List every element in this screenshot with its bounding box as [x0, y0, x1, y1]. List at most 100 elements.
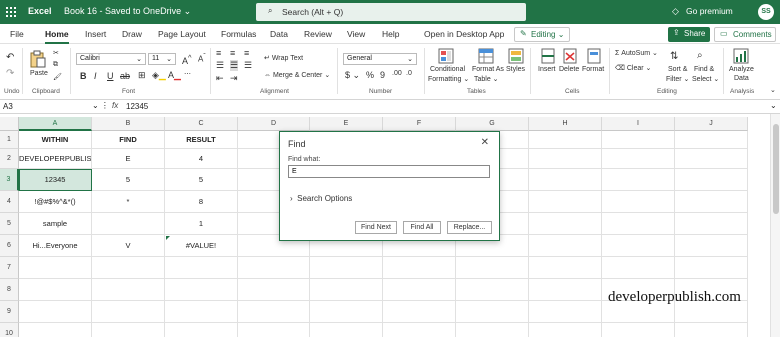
find-what-input[interactable]: [288, 165, 490, 178]
row-header-7[interactable]: 7: [0, 257, 19, 279]
app-name[interactable]: Excel: [28, 6, 52, 16]
tab-file[interactable]: File: [10, 29, 24, 39]
cell-e10[interactable]: [310, 323, 383, 337]
percent-icon[interactable]: %: [366, 70, 374, 80]
comma-icon[interactable]: 9: [380, 70, 385, 80]
align-center-icon[interactable]: ☰: [230, 60, 239, 71]
delete-cells-button[interactable]: Delete: [559, 66, 579, 73]
sort-filter-label2[interactable]: Filter ⌄: [666, 75, 689, 83]
cell-b6[interactable]: V: [92, 235, 165, 257]
tab-view[interactable]: View: [347, 29, 365, 39]
decrease-indent-icon[interactable]: ⇤: [216, 73, 224, 84]
italic-button[interactable]: I: [94, 71, 97, 81]
more-font-icon[interactable]: ⋯: [184, 70, 191, 78]
cell-j6[interactable]: [675, 235, 748, 257]
cell-a5[interactable]: sample: [19, 213, 92, 235]
cell-j2[interactable]: [675, 149, 748, 169]
fill-color-icon[interactable]: ◈▁: [152, 70, 166, 81]
column-header-i[interactable]: I: [602, 117, 675, 131]
tab-data[interactable]: Data: [270, 29, 288, 39]
cell-c9[interactable]: [165, 301, 238, 323]
analyze-data-icon[interactable]: [733, 48, 749, 64]
insert-cells-button[interactable]: Insert: [538, 66, 556, 73]
tab-help[interactable]: Help: [382, 29, 399, 39]
tab-review[interactable]: Review: [304, 29, 332, 39]
cell-d8[interactable]: [238, 279, 310, 301]
cell-a8[interactable]: [19, 279, 92, 301]
format-as-table-button[interactable]: Format As: [472, 66, 504, 73]
cell-a1[interactable]: WITHIN: [19, 131, 92, 149]
fx-icon[interactable]: fx: [112, 101, 118, 110]
cell-c6[interactable]: #VALUE!: [165, 235, 238, 257]
comments-button[interactable]: ▭ Comments: [714, 27, 776, 42]
paste-icon[interactable]: [30, 50, 46, 68]
go-premium-link[interactable]: Go premium: [686, 6, 733, 16]
strikethrough-button[interactable]: ab: [120, 71, 130, 81]
column-header-j[interactable]: J: [675, 117, 748, 131]
cell-h2[interactable]: [529, 149, 602, 169]
column-header-b[interactable]: B: [92, 117, 165, 131]
cell-i1[interactable]: [602, 131, 675, 149]
cell-f8[interactable]: [383, 279, 456, 301]
vertical-scrollbar[interactable]: [770, 114, 780, 337]
cell-f9[interactable]: [383, 301, 456, 323]
cell-b5[interactable]: [92, 213, 165, 235]
name-box[interactable]: A3: [3, 102, 13, 111]
cell-c2[interactable]: 4: [165, 149, 238, 169]
column-header-e[interactable]: E: [310, 117, 383, 131]
cell-h10[interactable]: [529, 323, 602, 337]
cell-j7[interactable]: [675, 257, 748, 279]
cell-i6[interactable]: [602, 235, 675, 257]
analyze-data-button[interactable]: Analyze: [729, 66, 754, 73]
cell-i7[interactable]: [602, 257, 675, 279]
cell-g9[interactable]: [456, 301, 529, 323]
column-header-c[interactable]: C: [165, 117, 238, 131]
cell-h3[interactable]: [529, 169, 602, 191]
expand-formula-icon[interactable]: ⌄: [770, 101, 777, 110]
increase-indent-icon[interactable]: ⇥: [230, 73, 238, 84]
cell-j5[interactable]: [675, 213, 748, 235]
format-cells-icon[interactable]: [587, 48, 601, 64]
increase-decimal-icon[interactable]: .00: [392, 70, 402, 77]
cell-f7[interactable]: [383, 257, 456, 279]
conditional-formatting-label2[interactable]: Formatting ⌄: [428, 75, 469, 83]
tab-home[interactable]: Home: [45, 29, 69, 44]
row-header-3[interactable]: 3: [0, 169, 19, 191]
editing-mode-dropdown[interactable]: ✎ Editing ⌄: [514, 27, 570, 42]
styles-button[interactable]: Styles: [506, 66, 525, 73]
row-header-1[interactable]: 1: [0, 131, 19, 149]
cell-styles-icon[interactable]: [508, 48, 524, 64]
cell-i3[interactable]: [602, 169, 675, 191]
cell-h9[interactable]: [529, 301, 602, 323]
cell-b10[interactable]: [92, 323, 165, 337]
column-header-h[interactable]: H: [529, 117, 602, 131]
cell-a3[interactable]: 12345: [19, 169, 92, 191]
column-header-a[interactable]: A: [19, 117, 92, 131]
name-box-dropdown-icon[interactable]: ⌄ ⋮: [92, 101, 109, 110]
avatar[interactable]: SS: [758, 4, 774, 20]
cell-g7[interactable]: [456, 257, 529, 279]
tab-draw[interactable]: Draw: [122, 29, 142, 39]
row-header-9[interactable]: 9: [0, 301, 19, 323]
find-select-label2[interactable]: Select ⌄: [692, 75, 719, 83]
find-next-button[interactable]: Find Next: [355, 221, 397, 234]
cell-a10[interactable]: [19, 323, 92, 337]
font-name-dropdown[interactable]: Calibri ⌄: [76, 53, 146, 65]
cell-b3[interactable]: 5: [92, 169, 165, 191]
merge-center-button[interactable]: ⇔ Merge & Center ⌄: [264, 71, 330, 79]
wrap-text-button[interactable]: ↵ Wrap Text: [264, 54, 303, 62]
cell-e7[interactable]: [310, 257, 383, 279]
cell-j10[interactable]: [675, 323, 748, 337]
cell-i5[interactable]: [602, 213, 675, 235]
search-options-toggle[interactable]: › Search Options: [290, 194, 352, 203]
cell-b8[interactable]: [92, 279, 165, 301]
row-header-8[interactable]: 8: [0, 279, 19, 301]
align-bottom-icon[interactable]: ≡: [244, 48, 249, 58]
cell-h8[interactable]: [529, 279, 602, 301]
open-desktop-app[interactable]: Open in Desktop App: [424, 29, 504, 39]
cell-a4[interactable]: !@#$%^&*(): [19, 191, 92, 213]
find-select-button[interactable]: Find &: [694, 66, 714, 73]
row-header-6[interactable]: 6: [0, 235, 19, 257]
cell-j3[interactable]: [675, 169, 748, 191]
cell-c8[interactable]: [165, 279, 238, 301]
